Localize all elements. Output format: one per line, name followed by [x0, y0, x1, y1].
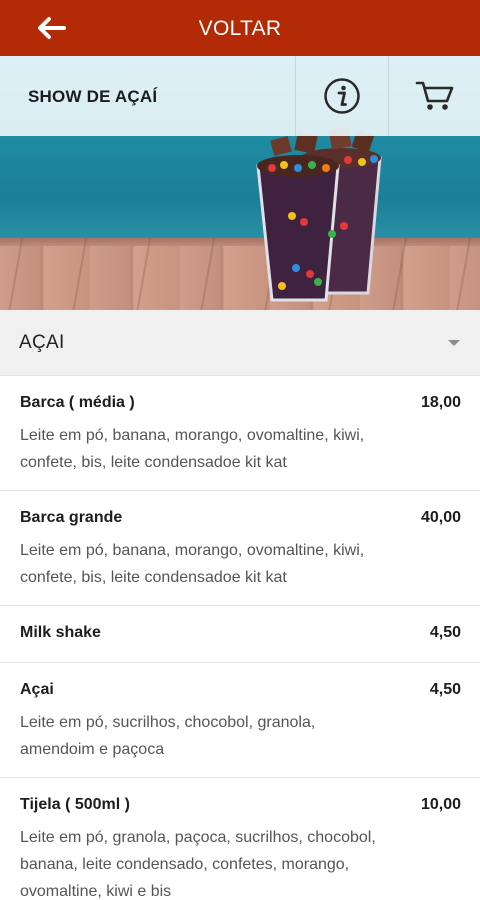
item-description: Leite em pó, banana, morango, ovomaltine… — [20, 427, 365, 471]
store-name: SHOW DE AÇAÍ — [28, 87, 158, 106]
category-selector[interactable]: AÇAI — [0, 310, 480, 376]
info-circle-icon — [323, 78, 360, 114]
topbar-title[interactable]: VOLTAR — [0, 0, 480, 56]
category-title: AÇAI — [19, 332, 65, 353]
menu-list: Barca ( média ) 18,00 Leite em pó, banan… — [0, 376, 480, 900]
item-price: 10,00 — [420, 796, 461, 813]
menu-item[interactable]: Açai 4,50 Leite em pó, sucrilhos, chocob… — [0, 663, 480, 778]
item-description: Leite em pó, granola, paçoca, sucrilhos,… — [20, 829, 376, 900]
item-name: Barca ( média ) — [20, 394, 135, 411]
item-description: Leite em pó, banana, morango, ovomaltine… — [20, 542, 365, 586]
cart-icon — [415, 81, 453, 110]
menu-item[interactable]: Barca grande 40,00 Leite em pó, banana, … — [0, 491, 480, 606]
top-bar: VOLTAR — [0, 0, 480, 56]
item-price: 4,50 — [429, 624, 461, 641]
cart-button[interactable] — [389, 56, 480, 136]
item-name: Tijela ( 500ml ) — [20, 796, 130, 813]
item-name: Milk shake — [20, 624, 101, 641]
item-name: Açai — [20, 681, 54, 698]
item-name: Barca grande — [20, 509, 123, 526]
caret-down-icon — [448, 340, 460, 346]
menu-item[interactable]: Barca ( média ) 18,00 Leite em pó, banan… — [0, 376, 480, 491]
item-description: Leite em pó, sucrilhos, chocobol, granol… — [20, 714, 316, 758]
item-price: 40,00 — [420, 509, 461, 526]
info-button[interactable] — [296, 56, 387, 136]
item-price: 4,50 — [429, 681, 461, 698]
item-price: 18,00 — [420, 394, 461, 411]
wood-floor — [0, 238, 480, 310]
menu-item[interactable]: Milk shake 4,50 — [0, 606, 480, 663]
menu-item[interactable]: Tijela ( 500ml ) 10,00 Leite em pó, gran… — [0, 778, 480, 900]
acai-cups-image — [256, 126, 382, 302]
